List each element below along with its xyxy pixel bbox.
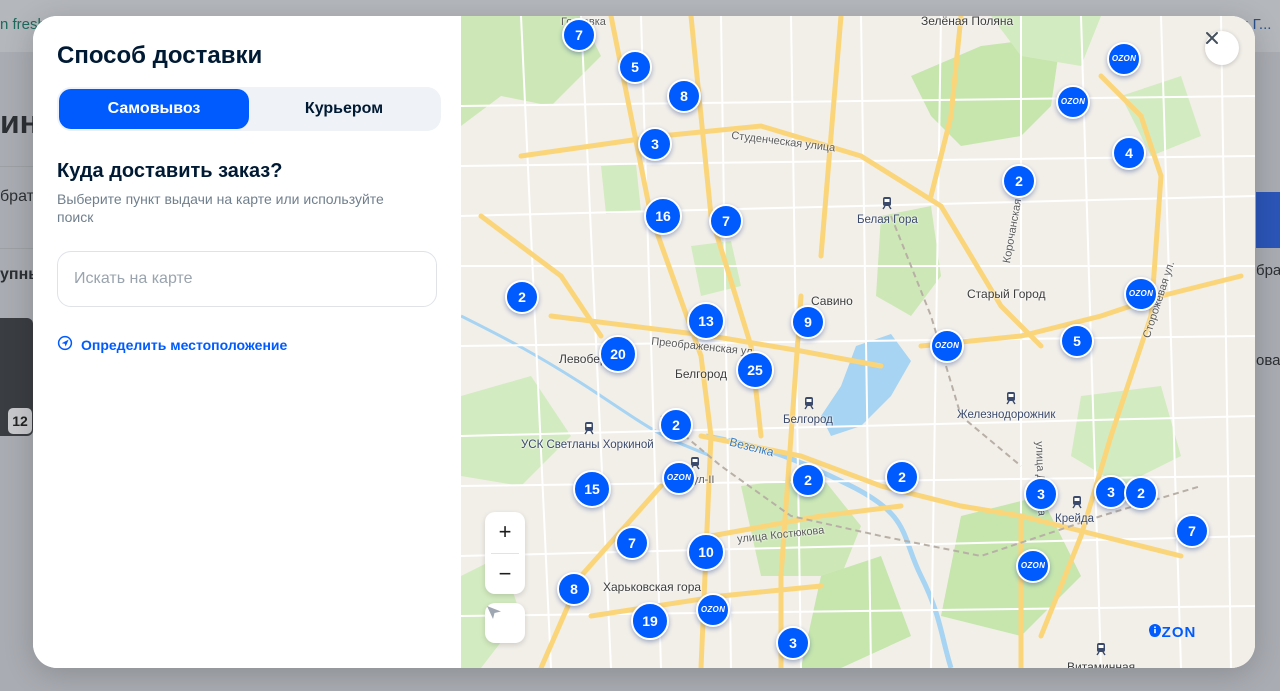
- pickup-cluster-pin[interactable]: 3: [1094, 475, 1128, 509]
- map-base: [461, 16, 1255, 668]
- map-label: Савино: [811, 294, 853, 308]
- map-search-input[interactable]: [57, 251, 437, 307]
- ozon-pickup-point-pin[interactable]: OZON: [662, 461, 696, 495]
- ozon-pickup-point-pin[interactable]: OZON: [696, 593, 730, 627]
- pickup-cluster-pin[interactable]: 7: [615, 526, 649, 560]
- map-label: Белгород: [675, 367, 728, 381]
- delivery-panel: Способ доставки Самовывоз Курьером Куда …: [33, 16, 461, 668]
- pickup-cluster-pin[interactable]: 7: [1175, 514, 1209, 548]
- pickup-cluster-pin[interactable]: 2: [505, 280, 539, 314]
- pickup-cluster-pin[interactable]: 19: [631, 602, 669, 640]
- background-heading: ин: [0, 104, 34, 140]
- section-subtitle: Выберите пункт выдачи на карте или испол…: [57, 191, 384, 225]
- pickup-cluster-pin[interactable]: 5: [1060, 324, 1094, 358]
- pickup-points-map[interactable]: Зелёная Поляна Студенческая улица Белая …: [461, 16, 1255, 668]
- delivery-type-switch: Самовывоз Курьером: [57, 87, 441, 131]
- map-label: Старый Город: [967, 287, 1046, 301]
- map-label: Харьковская гора: [603, 580, 702, 594]
- map-label: Витаминная: [1067, 660, 1136, 668]
- ozon-pickup-point-pin[interactable]: OZON: [1124, 277, 1158, 311]
- pickup-cluster-pin[interactable]: 10: [687, 533, 725, 571]
- ozon-pickup-point-pin[interactable]: OZON: [930, 329, 964, 363]
- train-station-icon: [804, 397, 814, 410]
- pickup-cluster-pin[interactable]: 8: [557, 572, 591, 606]
- pickup-cluster-pin[interactable]: 2: [791, 463, 825, 497]
- background-right-text-1: брат: [1256, 262, 1280, 279]
- pickup-cluster-pin[interactable]: 3: [638, 127, 672, 161]
- pickup-cluster-pin[interactable]: 16: [644, 197, 682, 235]
- pickup-cluster-pin[interactable]: 4: [1112, 136, 1146, 170]
- pickup-cluster-pin[interactable]: 7: [562, 18, 596, 52]
- delivery-method-modal: Способ доставки Самовывоз Курьером Куда …: [33, 16, 1255, 668]
- background-blue-button: [1256, 192, 1280, 248]
- ozon-pickup-point-pin[interactable]: OZON: [1107, 42, 1141, 76]
- detect-location-link[interactable]: Определить местоположение: [57, 334, 287, 356]
- section-title: Куда доставить заказ?: [57, 160, 283, 182]
- map-label: Белая Гора: [857, 214, 918, 226]
- background-text-1: брат: [0, 188, 34, 205]
- train-station-icon: [1006, 392, 1016, 405]
- modal-title: Способ доставки: [57, 42, 263, 69]
- map-label: Железнодорожник: [957, 409, 1056, 421]
- pickup-cluster-pin[interactable]: 5: [618, 50, 652, 84]
- background-divider: [0, 248, 34, 249]
- pickup-cluster-pin[interactable]: 20: [599, 335, 637, 373]
- train-station-icon: [584, 422, 594, 435]
- map-label: ул-II: [693, 474, 715, 486]
- pickup-cluster-pin[interactable]: 3: [776, 626, 810, 660]
- zoom-in-button[interactable]: +: [485, 512, 525, 552]
- zoom-out-button[interactable]: −: [485, 554, 525, 594]
- pickup-cluster-pin[interactable]: 3: [1024, 477, 1058, 511]
- pickup-cluster-pin[interactable]: 8: [667, 79, 701, 113]
- ozon-pickup-point-pin[interactable]: OZON: [1056, 85, 1090, 119]
- map-label: УСК Светланы Хоркиной: [521, 439, 654, 451]
- map-zoom-control: + −: [485, 512, 525, 594]
- background-divider: [0, 166, 34, 167]
- map-label: Белгород: [783, 414, 833, 426]
- pickup-cluster-pin[interactable]: 2: [885, 460, 919, 494]
- detect-location-label: Определить местоположение: [81, 337, 288, 353]
- pickup-cluster-pin[interactable]: 13: [687, 302, 725, 340]
- train-station-icon: [1096, 643, 1106, 656]
- background-right-text-2: овар: [1256, 352, 1280, 369]
- pickup-cluster-pin[interactable]: 2: [1002, 164, 1036, 198]
- pickup-cluster-pin[interactable]: 2: [659, 408, 693, 442]
- pickup-cluster-pin[interactable]: 7: [709, 204, 743, 238]
- pickup-cluster-pin[interactable]: 2: [1124, 476, 1158, 510]
- close-modal-button[interactable]: [1205, 31, 1239, 65]
- tab-pickup[interactable]: Самовывоз: [59, 89, 249, 129]
- my-location-button[interactable]: [485, 603, 525, 643]
- location-arrow-icon: [57, 335, 73, 356]
- map-label: Зелёная Поляна: [921, 16, 1014, 28]
- ozon-pickup-point-pin[interactable]: OZON: [1016, 549, 1050, 583]
- map-brand: OZON: [1149, 624, 1201, 641]
- background-text-2: упны: [0, 266, 34, 283]
- pickup-cluster-pin[interactable]: 25: [736, 351, 774, 389]
- pickup-cluster-pin[interactable]: 9: [791, 305, 825, 339]
- background-age-badge: 12: [8, 408, 32, 434]
- pickup-cluster-pin[interactable]: 15: [573, 470, 611, 508]
- tab-courier[interactable]: Курьером: [249, 89, 439, 129]
- map-label: Крейда: [1055, 513, 1095, 525]
- train-station-icon: [1072, 496, 1082, 509]
- train-station-icon: [882, 197, 892, 210]
